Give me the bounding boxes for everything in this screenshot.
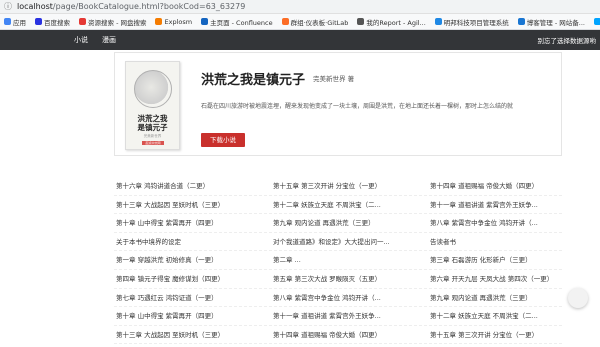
bookmark-item[interactable]: 应用 (4, 17, 26, 27)
bookmark-label: Explosm (164, 17, 193, 26)
bookmark-item[interactable]: 博客管理 - 网站备... (517, 17, 585, 27)
chapter-link[interactable]: 第一章 穿越洪荒 初始修真（一更） (114, 251, 271, 269)
bookmark-favicon-icon (517, 18, 525, 25)
url-path: /page/BookCatalogue.html?bookCod=63_6327… (52, 2, 246, 11)
chapter-row: 第十三章 大战起因 至妖时机（三更） 第十四章 道祖赐福 帝俊大婚（四更） 第十五章… (114, 326, 562, 345)
chapter-link[interactable]: 第六章 开天九层 天凤大战 第四次（一更） (428, 270, 562, 288)
chapter-link[interactable]: 第十三章 大战起因 至妖时机（三更） (114, 196, 271, 214)
book-author: 完美新世界 著 (313, 75, 355, 83)
chapter-row: 第七章 巧遇红云 鸿钧证道（一更） 第八章 紫霄宫中争金位 鸿钧开讲（... 第九章… (114, 289, 562, 308)
chapter-link[interactable]: 第七章 巧遇红云 鸿钧证道（一更） (114, 289, 271, 307)
cover-author: 完美新世界 (143, 134, 162, 138)
data-source-hint[interactable]: 别忘了选择数据源哟 (538, 35, 597, 45)
chapter-link[interactable]: 第十二章 妖族立天庭 不周洪宝（二... (271, 196, 428, 214)
chapter-link[interactable]: 第十三章 大战起因 至妖时机（三更） (114, 326, 271, 344)
bookmark-label: 明邦科技项目管理系统 (443, 18, 509, 27)
chapter-link[interactable]: 第十章 山中得宝 紫霄再开（四更） (114, 214, 271, 232)
book-cover[interactable]: 洪荒之我 是镇元子 完美新世界 起点中文网 (125, 61, 180, 150)
bookmark-item[interactable]: 主页面 - Confluence (201, 17, 273, 27)
chapter-row: 第十章 山中得宝 紫霄再开（四更） 第九章 观内论道 再遇洪荒（三更） 第八章 紫霄… (114, 214, 562, 233)
bookmark-favicon-icon (155, 18, 163, 25)
chapter-link[interactable]: 第十一章 道祖讲道 紫霄宫外王妖争... (428, 196, 562, 214)
chapter-link[interactable]: 第八章 紫霄宫中争金位 鸿钧开讲（... (271, 289, 428, 307)
url-field[interactable]: localhost/page/BookCatalogue.html?bookCo… (17, 2, 245, 11)
chapter-link[interactable]: 第十六章 鸿钧讲道合道（二更） (114, 177, 271, 195)
bookmark-item[interactable]: Tencent Cloud we... (593, 18, 600, 26)
bookmark-label: 百度搜索 (44, 18, 70, 27)
cover-badge: 起点中文网 (142, 141, 164, 145)
site-nav: 小说 漫画 (74, 35, 116, 45)
nav-comic[interactable]: 漫画 (102, 35, 116, 45)
nav-novel[interactable]: 小说 (74, 35, 88, 45)
cover-title: 洪荒之我 是镇元子 (137, 114, 168, 132)
site-header: 小说 漫画 别忘了选择数据源哟 (0, 30, 600, 50)
chapter-link[interactable]: 关于本书中境界的设定 (114, 233, 271, 251)
chapter-row: 第十三章 大战起因 至妖时机（三更） 第十二章 妖族立天庭 不周洪宝（二... 第十… (114, 196, 562, 215)
bookmark-item[interactable]: Explosm (155, 18, 192, 26)
chapter-link[interactable]: 第十四章 道祖赐福 帝俊大婚（四更） (271, 326, 428, 344)
chapter-link[interactable]: 告读者书 (428, 233, 562, 251)
chapter-link[interactable]: 第八章 紫霄宫中争金位 鸿钧开讲（... (428, 214, 562, 232)
cover-art-icon (134, 70, 172, 108)
chapter-link[interactable]: 第十四章 道祖赐福 帝俊大婚（四更） (428, 177, 562, 195)
chapter-row: 第四章 镇元子得宝 魔修谋划（四更） 第五章 第三次大战 罗睺陨灭（五更） 第六章 … (114, 270, 562, 289)
bookmark-favicon-icon (434, 18, 442, 25)
chapter-link[interactable]: 第二章 ... (271, 251, 428, 269)
bookmark-item[interactable]: 我的Report - Agil... (357, 17, 426, 27)
chapter-link[interactable]: 第十五章 第三次开讲 分宝位（一更） (428, 326, 562, 344)
info-icon[interactable]: ⓘ (4, 2, 12, 11)
address-bar: ⓘ localhost/page/BookCatalogue.html?book… (0, 0, 600, 14)
chapter-link[interactable]: 第十二章 妖族立天庭 不周洪宝（二... (428, 307, 562, 325)
chapter-row: 第一章 穿越洪荒 初始修真（一更） 第二章 ... 第三章 石磊游历 化形新户（三更… (114, 251, 562, 270)
bookmark-item[interactable]: 群组·仪表板·GitLab (281, 17, 349, 27)
chapter-link[interactable]: 第三章 石磊游历 化形新户（三更） (428, 251, 562, 269)
chapter-link[interactable]: 第五章 第三次大战 罗睺陨灭（五更） (271, 270, 428, 288)
bookmark-label: 应用 (13, 18, 26, 27)
book-card: 洪荒之我 是镇元子 完美新世界 起点中文网 洪荒之我是镇元子 完美新世界 著 石磊… (114, 52, 562, 156)
bookmarks-bar: 应用 百度搜索 资源搜索 - 网盘搜索 Explosm 主页面 - Confluence… (0, 14, 600, 30)
chapter-row: 关于本书中境界的设定 对个我道道路》和设定》大大提出问一... 告读者书 (114, 233, 562, 252)
chapter-link[interactable]: 第十五章 第三次开讲 分宝位（一更） (271, 177, 428, 195)
chapter-link[interactable]: 第十一章 道祖讲道 紫霄宫外王妖争... (271, 307, 428, 325)
chapter-link[interactable]: 第四章 镇元子得宝 魔修谋划（四更） (114, 270, 271, 288)
bookmark-label: 群组·仪表板·GitLab (290, 18, 349, 27)
bookmark-favicon-icon (35, 18, 42, 25)
book-title: 洪荒之我是镇元子 (201, 73, 306, 88)
chapter-link[interactable]: 第九章 观内论道 再遇洪荒（三更） (271, 214, 428, 232)
chapter-link[interactable]: 对个我道道路》和设定》大大提出问一... (271, 233, 428, 251)
download-button[interactable]: 下载小说 (201, 133, 245, 147)
bookmark-favicon-icon (281, 18, 289, 25)
bookmark-label: 博客管理 - 网站备... (526, 18, 585, 27)
bookmark-favicon-icon (4, 18, 11, 25)
bookmark-label: 我的Report - Agil... (366, 18, 426, 27)
chapter-link[interactable]: 第九章 观内论道 再遇洪荒（三更） (428, 289, 562, 307)
bookmark-favicon-icon (79, 18, 86, 25)
url-host: localhost (17, 2, 53, 11)
bookmark-label: 主页面 - Confluence (210, 18, 273, 27)
bookmark-favicon-icon (201, 18, 209, 25)
bookmark-favicon-icon (357, 18, 365, 25)
scroll-top-button[interactable] (568, 288, 588, 308)
bookmark-label: 资源搜索 - 网盘搜索 (88, 18, 147, 27)
chapter-row: 第十章 山中得宝 紫霄再开（四更） 第十一章 道祖讲道 紫霄宫外王妖争... 第十二… (114, 307, 562, 326)
bookmark-favicon-icon (593, 18, 600, 25)
bookmark-item[interactable]: 百度搜索 (35, 17, 70, 27)
bookmark-item[interactable]: 明邦科技项目管理系统 (434, 17, 509, 27)
chapter-list: 第十六章 鸿钧讲道合道（二更） 第十五章 第三次开讲 分宝位（一更） 第十四章 道祖… (114, 177, 562, 345)
chapter-link[interactable]: 第十章 山中得宝 紫霄再开（四更） (114, 307, 271, 325)
book-description: 石磊在四川旅游时被地震连埋，醒来发现他变成了一块土壤，周围是洪荒，在地上面还长着… (201, 103, 514, 110)
chapter-row: 第十六章 鸿钧讲道合道（二更） 第十五章 第三次开讲 分宝位（一更） 第十四章 道祖… (114, 177, 562, 196)
bookmark-item[interactable]: 资源搜索 - 网盘搜索 (79, 17, 146, 27)
